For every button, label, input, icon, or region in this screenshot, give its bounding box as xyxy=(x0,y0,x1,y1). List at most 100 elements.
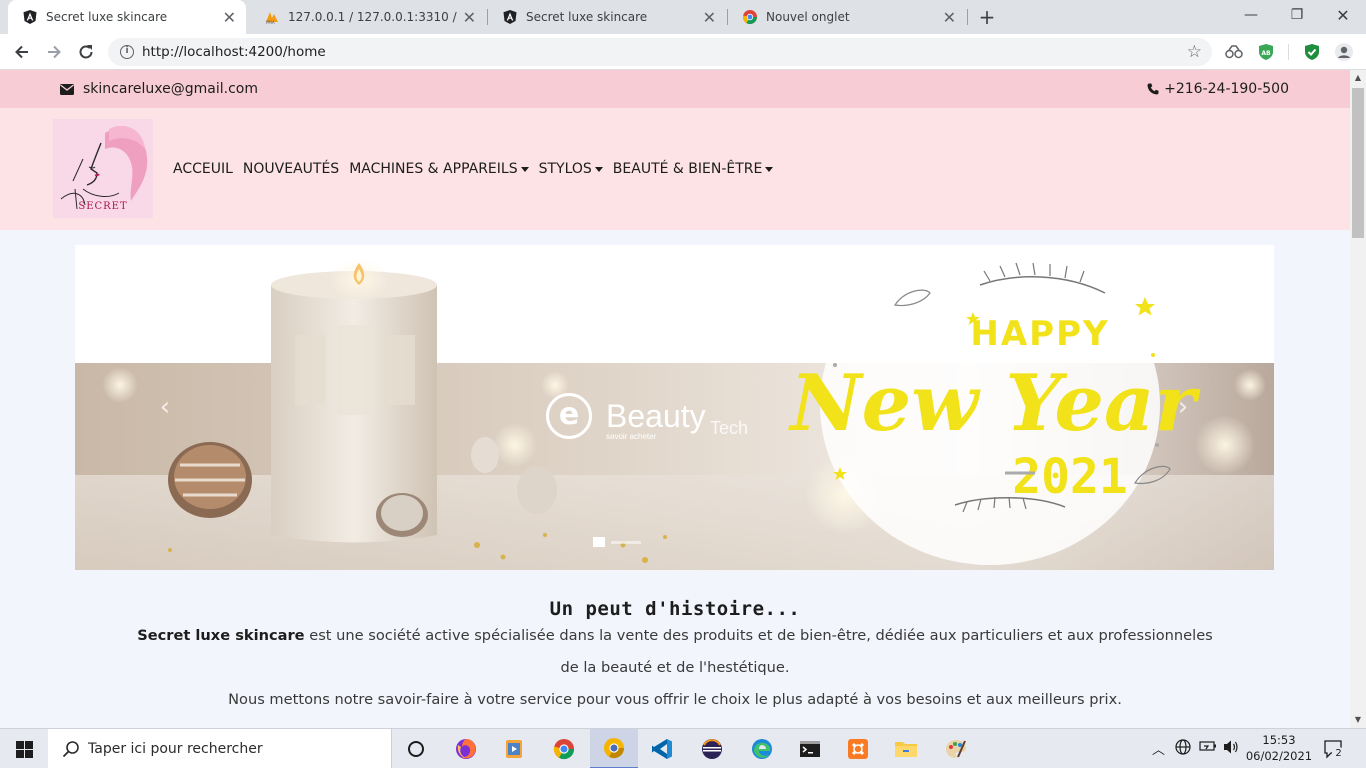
notification-badge: 2 xyxy=(1332,747,1345,760)
chrome-icon xyxy=(742,9,758,25)
shield-check-icon[interactable] xyxy=(1302,42,1322,62)
phone-contact[interactable]: +216-24-190-500 xyxy=(1147,81,1289,97)
main-nav: ACCEUIL NOUVEAUTÉS MACHINES & APPAREILS … xyxy=(173,161,783,177)
firefox-icon[interactable] xyxy=(442,729,490,768)
site-header: SECRET ACCEUIL NOUVEAUTÉS MACHINES & APP… xyxy=(0,108,1350,230)
reader-icon[interactable] xyxy=(1224,42,1244,62)
back-button[interactable] xyxy=(10,40,34,64)
tray-chevron-icon[interactable]: ︿ xyxy=(1152,739,1165,758)
close-tab-icon[interactable]: ✕ xyxy=(943,8,956,27)
scrollbar-thumb[interactable] xyxy=(1352,88,1364,238)
phone-icon xyxy=(1147,83,1159,95)
svg-text:PMA: PMA xyxy=(266,20,275,25)
history-line-2: de la beauté et de l'hestétique. xyxy=(560,659,790,676)
minimize-button[interactable]: — xyxy=(1228,0,1274,30)
back-arrow-icon xyxy=(15,45,28,59)
page-scrollbar[interactable]: ▲ ▼ xyxy=(1350,70,1366,728)
reload-button[interactable] xyxy=(74,40,98,64)
battery-icon[interactable] xyxy=(1199,739,1217,757)
scroll-down-icon[interactable]: ▼ xyxy=(1350,712,1366,728)
edge-icon[interactable] xyxy=(738,729,786,768)
tab-nouvel-onglet[interactable]: Nouvel onglet ✕ xyxy=(728,0,966,34)
eclipse-icon[interactable] xyxy=(688,729,736,768)
nav-item-machines-appareils[interactable]: MACHINES & APPAREILS xyxy=(349,161,529,177)
notification-center[interactable]: 2 xyxy=(1322,737,1346,761)
start-button[interactable] xyxy=(0,729,48,768)
svg-text:New Year: New Year xyxy=(787,358,1200,449)
taskbar-search[interactable]: Taper ici pour rechercher xyxy=(48,729,392,768)
beautytech-wordmark: Beauty savoir acheter Tech xyxy=(606,397,749,441)
contact-bar: skincareluxe@gmail.com +216-24-190-500 xyxy=(0,70,1350,108)
volume-icon[interactable] xyxy=(1222,739,1240,759)
paint-icon[interactable] xyxy=(932,729,980,768)
beautytech-logo: e Beauty savoir acheter Tech xyxy=(546,393,749,441)
system-clock[interactable]: 15:53 06/02/2021 xyxy=(1244,732,1314,764)
history-line-1: Secret luxe skincare est une société act… xyxy=(137,627,1213,644)
chrome-icon[interactable] xyxy=(540,729,588,768)
svg-text:AB: AB xyxy=(1261,50,1271,57)
forward-button[interactable] xyxy=(42,40,66,64)
tab-phpmyadmin[interactable]: PMA 127.0.0.1 / 127.0.0.1:3310 / skinca … xyxy=(250,0,486,34)
restore-button[interactable]: ❐ xyxy=(1274,0,1320,30)
history-title: Un peut d'histoire... xyxy=(549,598,801,620)
history-section: Un peut d'histoire... Secret luxe skinca… xyxy=(0,598,1350,716)
new-tab-button[interactable]: + xyxy=(976,4,998,30)
caret-down-icon xyxy=(520,166,529,172)
windows-logo-icon xyxy=(15,740,33,758)
tab-title: Nouvel onglet xyxy=(766,10,850,24)
site-info-icon[interactable]: i xyxy=(120,45,134,59)
nav-item-nouveautes[interactable]: NOUVEAUTÉS xyxy=(243,161,339,177)
logo-text: SECRET xyxy=(78,201,128,212)
search-placeholder: Taper ici pour rechercher xyxy=(88,741,263,757)
browser-toolbar: i http://localhost:4200/home ☆ AB xyxy=(0,34,1366,70)
history-line-3: Nous mettons notre savoir-faire à votre … xyxy=(228,691,1122,708)
email-address: skincareluxe@gmail.com xyxy=(83,81,258,97)
tab-secret-luxe-skincare-2[interactable]: Secret luxe skincare ✕ xyxy=(488,0,726,34)
svg-text:2021: 2021 xyxy=(1012,449,1128,505)
chrome-canary-icon[interactable] xyxy=(590,729,638,768)
close-tab-icon[interactable]: ✕ xyxy=(703,8,716,27)
media-player-icon[interactable] xyxy=(490,729,538,768)
tab-secret-luxe-skincare[interactable]: Secret luxe skincare ✕ xyxy=(8,0,246,34)
vscode-icon[interactable] xyxy=(638,729,686,768)
phone-number: +216-24-190-500 xyxy=(1164,81,1289,97)
nav-item-stylos[interactable]: STYLOS xyxy=(539,161,603,177)
close-tab-icon[interactable]: ✕ xyxy=(223,8,236,27)
beautytech-emblem: e xyxy=(546,393,592,439)
address-bar[interactable]: i http://localhost:4200/home ☆ xyxy=(108,38,1212,66)
cortana-icon[interactable] xyxy=(392,729,440,768)
xampp-icon[interactable] xyxy=(834,729,882,768)
close-window-button[interactable]: ✕ xyxy=(1320,0,1366,30)
file-explorer-icon[interactable] xyxy=(882,729,930,768)
profile-icon[interactable] xyxy=(1334,42,1354,62)
clock-date: 06/02/2021 xyxy=(1245,749,1313,763)
company-name: Secret luxe skincare xyxy=(137,627,305,644)
adblock-icon[interactable]: AB xyxy=(1256,42,1276,62)
nav-item-beaute-bien-etre[interactable]: BEAUTÉ & BIEN-ÊTRE xyxy=(613,161,774,177)
clock-time: 15:53 xyxy=(1262,733,1296,747)
carousel-prev-icon[interactable]: ‹ xyxy=(155,393,175,421)
hero-carousel[interactable]: HAPPY New Year 2021 e Beauty savoir ache… xyxy=(75,245,1274,570)
carousel-next-icon[interactable]: › xyxy=(1173,393,1193,421)
scroll-up-icon[interactable]: ▲ xyxy=(1350,70,1366,86)
windows-taskbar: Taper ici pour rechercher ︿ 15:53 06/02/… xyxy=(0,728,1366,768)
network-globe-icon[interactable] xyxy=(1175,739,1191,759)
caret-down-icon xyxy=(594,166,603,172)
caret-down-icon xyxy=(765,166,774,172)
web-page: skincareluxe@gmail.com +216-24-190-500 S… xyxy=(0,70,1350,728)
nav-item-acceuil[interactable]: ACCEUIL xyxy=(173,161,233,177)
browser-tab-bar: Secret luxe skincare ✕ PMA 127.0.0.1 / 1… xyxy=(0,0,1366,34)
close-tab-icon[interactable]: ✕ xyxy=(463,8,476,27)
carousel-indicator[interactable] xyxy=(611,541,641,544)
svg-text:HAPPY: HAPPY xyxy=(970,314,1109,354)
search-icon xyxy=(62,741,79,758)
email-contact[interactable]: skincareluxe@gmail.com xyxy=(60,81,258,97)
tab-title: Secret luxe skincare xyxy=(46,10,168,24)
angular-icon xyxy=(22,9,38,25)
tab-title: 127.0.0.1 / 127.0.0.1:3310 / skinca xyxy=(288,10,457,24)
carousel-indicator[interactable] xyxy=(593,537,605,547)
terminal-icon[interactable] xyxy=(786,729,834,768)
site-logo[interactable]: SECRET xyxy=(53,119,153,218)
envelope-icon xyxy=(60,83,74,95)
bookmark-star-icon[interactable]: ☆ xyxy=(1187,42,1202,62)
